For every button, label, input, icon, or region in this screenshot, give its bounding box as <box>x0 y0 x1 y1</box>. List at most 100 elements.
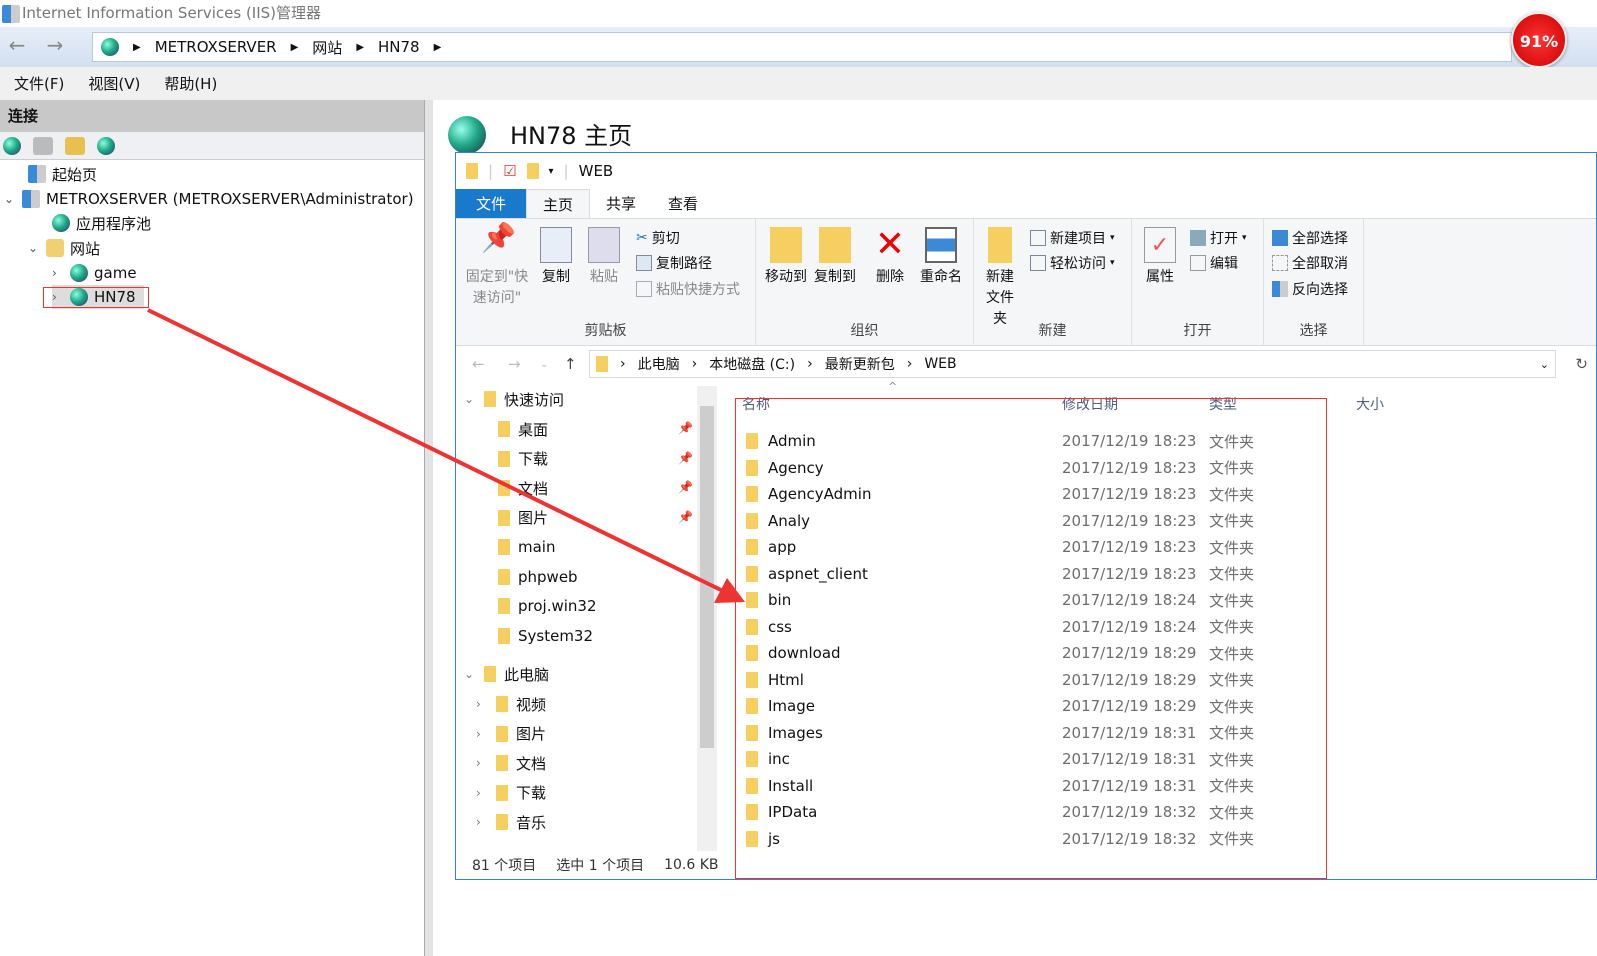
forward-arrow-icon[interactable]: → <box>508 355 521 373</box>
column-size[interactable]: 大小 <box>1356 394 1384 414</box>
path-dropdown-icon[interactable]: ⌄ <box>1540 358 1549 371</box>
edit-button[interactable]: 编辑 <box>1190 252 1238 274</box>
nav-item[interactable]: phpweb <box>498 564 578 590</box>
menu-file[interactable]: 文件(F) <box>14 73 64 94</box>
path-crumb[interactable]: 本地磁盘 (C:) <box>709 354 795 374</box>
new-folder-button[interactable]: 新建 文件夹 <box>980 227 1020 330</box>
nav-this-pc[interactable]: ⌄ 此电脑 <box>464 661 549 687</box>
nav-item[interactable]: 文档 <box>498 475 548 501</box>
chevron-right-icon[interactable]: › <box>476 697 488 711</box>
tab-view[interactable]: 查看 <box>652 189 714 218</box>
chevron-right-icon[interactable]: › <box>476 756 488 770</box>
globe-icon <box>70 264 88 282</box>
menu-view[interactable]: 视图(V) <box>88 73 140 94</box>
invert-selection-button[interactable]: 反向选择 <box>1272 278 1348 300</box>
clipboard-icon <box>588 227 620 263</box>
chevron-right-icon[interactable]: › <box>476 727 488 741</box>
up-arrow-icon[interactable]: ↑ <box>564 355 577 373</box>
path-bar[interactable]: › 此电脑 › 本地磁盘 (C:) › 最新更新包 › WEB ⌄ <box>589 350 1556 378</box>
progress-badge[interactable]: 91% <box>1511 12 1567 68</box>
nav-item[interactable]: › 图片 <box>476 721 546 747</box>
copy-to-button[interactable]: 复制到 <box>810 227 860 288</box>
nav-item[interactable]: 桌面 <box>498 416 548 442</box>
nav-item[interactable]: › 下载 <box>476 780 546 806</box>
move-to-button[interactable]: 移动到 <box>761 227 811 288</box>
tab-file[interactable]: 文件 <box>456 189 527 218</box>
nav-label: 文档 <box>516 754 547 773</box>
tab-home[interactable]: 主页 <box>526 189 591 218</box>
nav-item[interactable]: 图片 <box>498 505 548 531</box>
connect-icon[interactable] <box>3 136 21 155</box>
chevron-right-icon[interactable]: › <box>52 266 64 280</box>
connections-header: 连接 <box>0 100 424 132</box>
tree-start-page[interactable]: 起始页 <box>52 164 97 185</box>
select-all-button[interactable]: 全部选择 <box>1272 227 1348 249</box>
save-icon[interactable] <box>33 136 53 155</box>
copy-path-button[interactable]: 复制路径 <box>636 252 712 274</box>
refresh-icon[interactable]: ↻ <box>1575 355 1588 373</box>
chevron-down-icon[interactable]: ⌄ <box>464 392 476 406</box>
tree-site-game[interactable]: game <box>94 264 137 282</box>
recent-dropdown-icon[interactable]: ⌄ <box>540 359 548 370</box>
menu-help[interactable]: 帮助(H) <box>164 73 217 94</box>
folder-icon <box>498 598 510 614</box>
properties-button[interactable]: ✓ 属性 <box>1140 227 1180 288</box>
customize-dropdown-icon[interactable]: ▾ <box>549 166 554 177</box>
easy-access-button[interactable]: 轻松访问 ▾ <box>1030 252 1115 274</box>
nav-quick-access[interactable]: ⌄ 快速访问 <box>464 386 564 412</box>
tree-server[interactable]: METROXSERVER (METROXSERVER\Administrator… <box>46 190 414 208</box>
address-bar[interactable]: ▶ METROXSERVER ▶ 网站 ▶ HN78 ▶ <box>92 32 1512 62</box>
folder-icon <box>498 480 510 496</box>
chevron-down-icon[interactable]: ⌄ <box>464 667 476 681</box>
nav-item[interactable]: › 视频 <box>476 691 546 717</box>
chevron-down-icon[interactable]: ⌄ <box>28 241 40 255</box>
path-crumb[interactable]: WEB <box>924 356 956 372</box>
tree-sites[interactable]: 网站 <box>70 238 100 259</box>
delete-button[interactable]: ✕ 删除 <box>868 227 912 288</box>
pin-quick-access-button[interactable]: 📌 固定到"快速访问" <box>462 221 532 309</box>
paste-shortcut-button[interactable]: 粘贴快捷方式 <box>636 278 740 300</box>
disconnect-icon[interactable] <box>97 136 115 155</box>
path-crumb[interactable]: 最新更新包 <box>825 354 895 374</box>
tree-app-pools[interactable]: 应用程序池 <box>76 213 151 234</box>
nav-item[interactable]: System32 <box>498 623 593 649</box>
folder-icon <box>484 666 496 682</box>
properties-check-icon[interactable]: ☑ <box>503 162 516 180</box>
pin-icon: 📌 <box>481 221 516 254</box>
chevron-down-icon[interactable]: ⌄ <box>4 192 16 206</box>
nav-item[interactable]: proj.win32 <box>498 593 597 619</box>
navigation-pane: ⌄ 快速访问桌面 📌 下载 📌 文档 📌 图片 📌 main phpweb proj.win32 Sys… <box>456 386 718 851</box>
copy-path-icon <box>636 255 652 271</box>
crumb[interactable]: 网站 <box>312 37 342 58</box>
chevron-right-icon[interactable]: › <box>476 815 488 829</box>
crumb[interactable]: METROXSERVER <box>155 38 277 56</box>
nav-item[interactable]: › 音乐 <box>476 809 546 835</box>
scroll-thumb[interactable] <box>700 406 714 748</box>
forward-button[interactable]: → <box>40 33 70 59</box>
nav-scrollbar[interactable] <box>697 386 717 851</box>
tab-share[interactable]: 共享 <box>590 189 652 218</box>
open-button[interactable]: 打开 ▾ <box>1190 227 1247 249</box>
pin-icon[interactable]: 📌 <box>678 421 693 435</box>
new-item-button[interactable]: 新建项目 ▾ <box>1030 227 1115 249</box>
new-folder-icon[interactable] <box>526 163 539 179</box>
paste-button[interactable]: 粘贴 <box>584 227 624 288</box>
pane-splitter[interactable] <box>425 100 433 956</box>
cut-button[interactable]: ✂ 剪切 <box>636 227 680 249</box>
nav-item[interactable]: 下载 <box>498 446 548 472</box>
back-arrow-icon[interactable]: ← <box>472 355 485 373</box>
chevron-right-icon[interactable]: › <box>476 786 488 800</box>
path-crumb[interactable]: 此电脑 <box>638 354 680 374</box>
pin-icon[interactable]: 📌 <box>678 451 693 465</box>
rename-button[interactable]: 重命名 <box>916 227 966 288</box>
pin-icon[interactable]: 📌 <box>678 510 693 524</box>
back-button[interactable]: ← <box>2 33 32 59</box>
nav-item[interactable]: main <box>498 534 555 560</box>
nav-item[interactable]: › 文档 <box>476 750 546 776</box>
crumb[interactable]: HN78 <box>378 38 420 56</box>
select-none-button[interactable]: 全部取消 <box>1272 252 1348 274</box>
nav-label: main <box>518 538 556 556</box>
pin-icon[interactable]: 📌 <box>678 480 693 494</box>
up-folder-icon[interactable] <box>65 136 85 155</box>
copy-button[interactable]: 复制 <box>536 227 576 288</box>
